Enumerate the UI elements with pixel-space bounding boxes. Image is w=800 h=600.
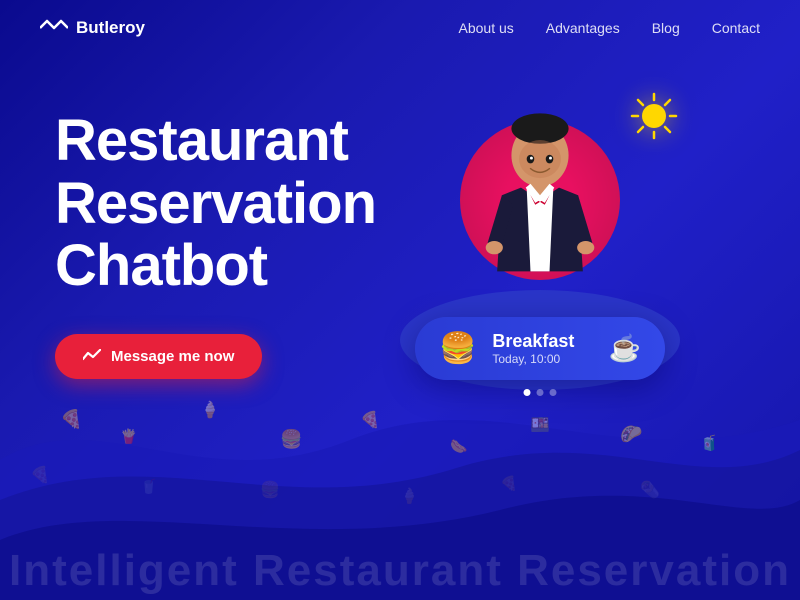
nav-advantages[interactable]: Advantages [546, 20, 620, 36]
nav-contact[interactable]: Contact [712, 20, 760, 36]
cta-label: Message me now [111, 348, 234, 365]
card-title: Breakfast [492, 331, 592, 352]
nav-blog[interactable]: Blog [652, 20, 680, 36]
hero-title-line3: Chatbot [55, 233, 267, 298]
logo-icon [40, 19, 68, 37]
logo: Butleroy [40, 18, 145, 38]
page-wrapper: 🍕 🍟 🍦 🍔 🍕 🌭 🍱 🌮 🧃 🍕 🥤 🍔 🍦 🍕 🌯 Butleroy A… [0, 0, 800, 600]
cta-button[interactable]: Message me now [55, 334, 262, 379]
dot-2[interactable] [537, 389, 544, 396]
hero-title-line2: Reservation [55, 171, 376, 236]
bottom-section: Intelligent Restaurant Reservation [0, 546, 800, 600]
card-subtitle: Today, 10:00 [492, 352, 592, 366]
card-burger-icon: 🍔 [439, 331, 476, 366]
dot-1[interactable] [524, 389, 531, 396]
sun-icon [628, 90, 680, 155]
hero-right: 🍔 Breakfast Today, 10:00 ☕ [380, 80, 700, 400]
nav-links: About us Advantages Blog Contact [459, 20, 761, 36]
carousel-dots [524, 389, 557, 396]
hero-title: Restaurant Reservation Chatbot [55, 110, 376, 298]
navbar: Butleroy About us Advantages Blog Contac… [0, 0, 800, 56]
card-coffee-icon: ☕ [609, 333, 641, 364]
reservation-card: 🍔 Breakfast Today, 10:00 ☕ [415, 317, 665, 380]
card-info: Breakfast Today, 10:00 [492, 331, 592, 366]
brand-name: Butleroy [76, 18, 145, 38]
dot-3[interactable] [550, 389, 557, 396]
nav-about[interactable]: About us [459, 20, 514, 36]
cta-icon [83, 349, 101, 363]
hero-title-line1: Restaurant [55, 108, 348, 173]
waiter-figure [470, 100, 610, 305]
bottom-text: Intelligent Restaurant Reservation [0, 546, 800, 600]
hero-left: Restaurant Reservation Chatbot Message m… [55, 110, 376, 379]
